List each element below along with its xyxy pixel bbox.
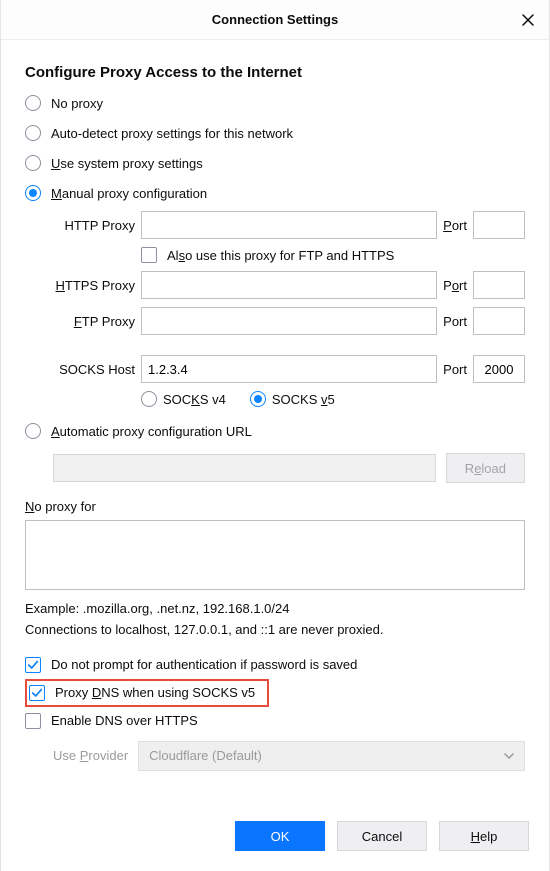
ftp-port-input[interactable] [473,307,525,335]
also-ftp-https-check[interactable] [141,247,157,263]
manual-proxy-form: HTTP Proxy Port Also use this proxy for … [53,211,525,407]
radio-manual-row[interactable]: Manual proxy configuration [25,185,525,201]
radio-no-proxy-label: No proxy [51,96,103,111]
titlebar: Connection Settings [1,0,549,40]
help-button[interactable]: Help [439,821,529,851]
provider-label: Use Provider [53,748,128,763]
socks-port-input[interactable] [473,355,525,383]
no-prompt-label: Do not prompt for authentication if pass… [51,657,357,672]
ok-button[interactable]: OK [235,821,325,851]
doh-label: Enable DNS over HTTPS [51,713,198,728]
also-ftp-https-label: Also use this proxy for FTP and HTTPS [167,248,394,263]
section-title: Configure Proxy Access to the Internet [25,64,525,81]
hints: Example: .mozilla.org, .net.nz, 192.168.… [25,599,525,641]
doh-row[interactable]: Enable DNS over HTTPS [25,713,525,729]
cancel-button[interactable]: Cancel [337,821,427,851]
socks-port-label: Port [443,362,467,377]
close-icon[interactable] [521,13,535,27]
http-port-input[interactable] [473,211,525,239]
radio-pac-row[interactable]: Automatic proxy configuration URL [25,423,525,439]
https-proxy-label: HTTPS Proxy [53,278,135,293]
dialog-footer: OK Cancel Help [1,805,549,871]
proxy-dns-highlight: Proxy DNS when using SOCKS v5 [25,679,269,707]
socks-host-input[interactable] [141,355,437,383]
radio-no-proxy[interactable] [25,95,41,111]
radio-auto-detect[interactable] [25,125,41,141]
reload-button: Reload [446,453,525,483]
http-proxy-input[interactable] [141,211,437,239]
doh-check[interactable] [25,713,41,729]
hint-local: Connections to localhost, 127.0.0.1, and… [25,620,525,641]
socks-host-label: SOCKS Host [53,362,135,377]
radio-manual[interactable] [25,185,41,201]
chevron-down-icon [504,753,514,759]
https-port-label: Port [443,278,467,293]
radio-no-proxy-row[interactable]: No proxy [25,95,525,111]
ftp-port-label: Port [443,314,467,329]
radio-pac-label: Automatic proxy configuration URL [51,424,252,439]
provider-value: Cloudflare (Default) [149,748,262,763]
https-port-input[interactable] [473,271,525,299]
proxy-dns-label: Proxy DNS when using SOCKS v5 [55,685,255,700]
radio-auto-detect-label: Auto-detect proxy settings for this netw… [51,126,293,141]
http-port-label: Port [443,218,467,233]
window-title: Connection Settings [212,12,338,27]
provider-select: Cloudflare (Default) [138,741,525,771]
provider-row: Use Provider Cloudflare (Default) [53,741,525,771]
radio-system[interactable] [25,155,41,171]
ftp-proxy-row: FTP Proxy Port [53,307,525,335]
ftp-proxy-label: FTP Proxy [53,314,135,329]
no-prompt-check[interactable] [25,657,41,673]
radio-manual-label: Manual proxy configuration [51,186,207,201]
http-proxy-label: HTTP Proxy [53,218,135,233]
no-proxy-textarea[interactable] [25,520,525,590]
proxy-dns-check[interactable] [29,685,45,701]
radio-auto-detect-row[interactable]: Auto-detect proxy settings for this netw… [25,125,525,141]
also-ftp-https-row[interactable]: Also use this proxy for FTP and HTTPS [141,247,525,263]
content-area: Configure Proxy Access to the Internet N… [1,40,549,805]
no-proxy-label: No proxy for [25,499,525,514]
no-prompt-row[interactable]: Do not prompt for authentication if pass… [25,657,525,673]
radio-socks-v4[interactable] [141,391,157,407]
radio-socks-v4-label: SOCKS v4 [163,392,226,407]
radio-system-label: Use system proxy settings [51,156,203,171]
radio-socks-v5-label: SOCKS v5 [272,392,335,407]
http-proxy-row: HTTP Proxy Port [53,211,525,239]
radio-system-row[interactable]: Use system proxy settings [25,155,525,171]
connection-settings-dialog: Connection Settings Configure Proxy Acce… [0,0,550,871]
https-proxy-input[interactable] [141,271,437,299]
pac-url-row: Reload [53,453,525,483]
hint-example: Example: .mozilla.org, .net.nz, 192.168.… [25,599,525,620]
socks-version-row: SOCKS v4 SOCKS v5 [141,391,525,407]
proxy-dns-row[interactable]: Proxy DNS when using SOCKS v5 [25,679,525,707]
https-proxy-row: HTTPS Proxy Port [53,271,525,299]
pac-url-input[interactable] [53,454,436,482]
socks-host-row: SOCKS Host Port [53,355,525,383]
radio-pac[interactable] [25,423,41,439]
radio-socks-v5[interactable] [250,391,266,407]
ftp-proxy-input[interactable] [141,307,437,335]
